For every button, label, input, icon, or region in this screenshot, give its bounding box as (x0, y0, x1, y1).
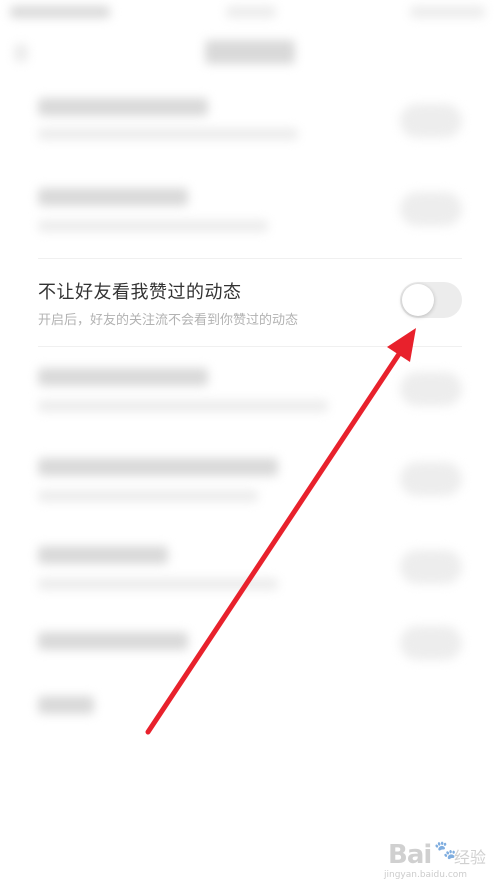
blurred-row-desc (38, 578, 278, 590)
blurred-row-title (38, 458, 278, 476)
divider (38, 258, 462, 259)
blurred-row-title (38, 696, 94, 714)
blurred-row-desc (38, 490, 258, 502)
blurred-row-title (38, 632, 188, 650)
toggle-knob (402, 284, 434, 316)
status-bar-left (10, 6, 110, 18)
blurred-row-desc (38, 128, 298, 140)
watermark-url: jingyan.baidu.com (384, 870, 468, 880)
divider (38, 346, 462, 347)
status-bar-right (410, 6, 485, 18)
blurred-toggle (400, 626, 462, 660)
blurred-toggle (400, 550, 462, 584)
setting-row-hide-liked-posts[interactable]: 不让好友看我赞过的动态 开启后，好友的关注流不会看到你赞过的动态 (0, 268, 500, 343)
blurred-row-title (38, 98, 208, 116)
page-title (205, 40, 295, 64)
blurred-background (0, 0, 500, 890)
blurred-row-title (38, 368, 208, 386)
blurred-toggle (400, 104, 462, 138)
status-bar-center (226, 6, 276, 18)
back-icon (14, 44, 28, 62)
blurred-toggle (400, 192, 462, 226)
setting-title: 不让好友看我赞过的动态 (38, 282, 242, 303)
blurred-row-desc (38, 220, 268, 232)
blurred-row-title (38, 188, 188, 206)
setting-description: 开启后，好友的关注流不会看到你赞过的动态 (38, 313, 299, 328)
blurred-toggle (400, 372, 462, 406)
watermark-brand-cn: 经验 (454, 848, 487, 867)
watermark-brand: Bai (388, 840, 432, 870)
hide-liked-posts-toggle[interactable] (400, 282, 462, 318)
blurred-row-title (38, 546, 168, 564)
baidu-watermark: Bai 🐾 经验 jingyan.baidu.com (380, 838, 498, 884)
blurred-row-desc (38, 400, 328, 412)
blurred-toggle (400, 462, 462, 496)
